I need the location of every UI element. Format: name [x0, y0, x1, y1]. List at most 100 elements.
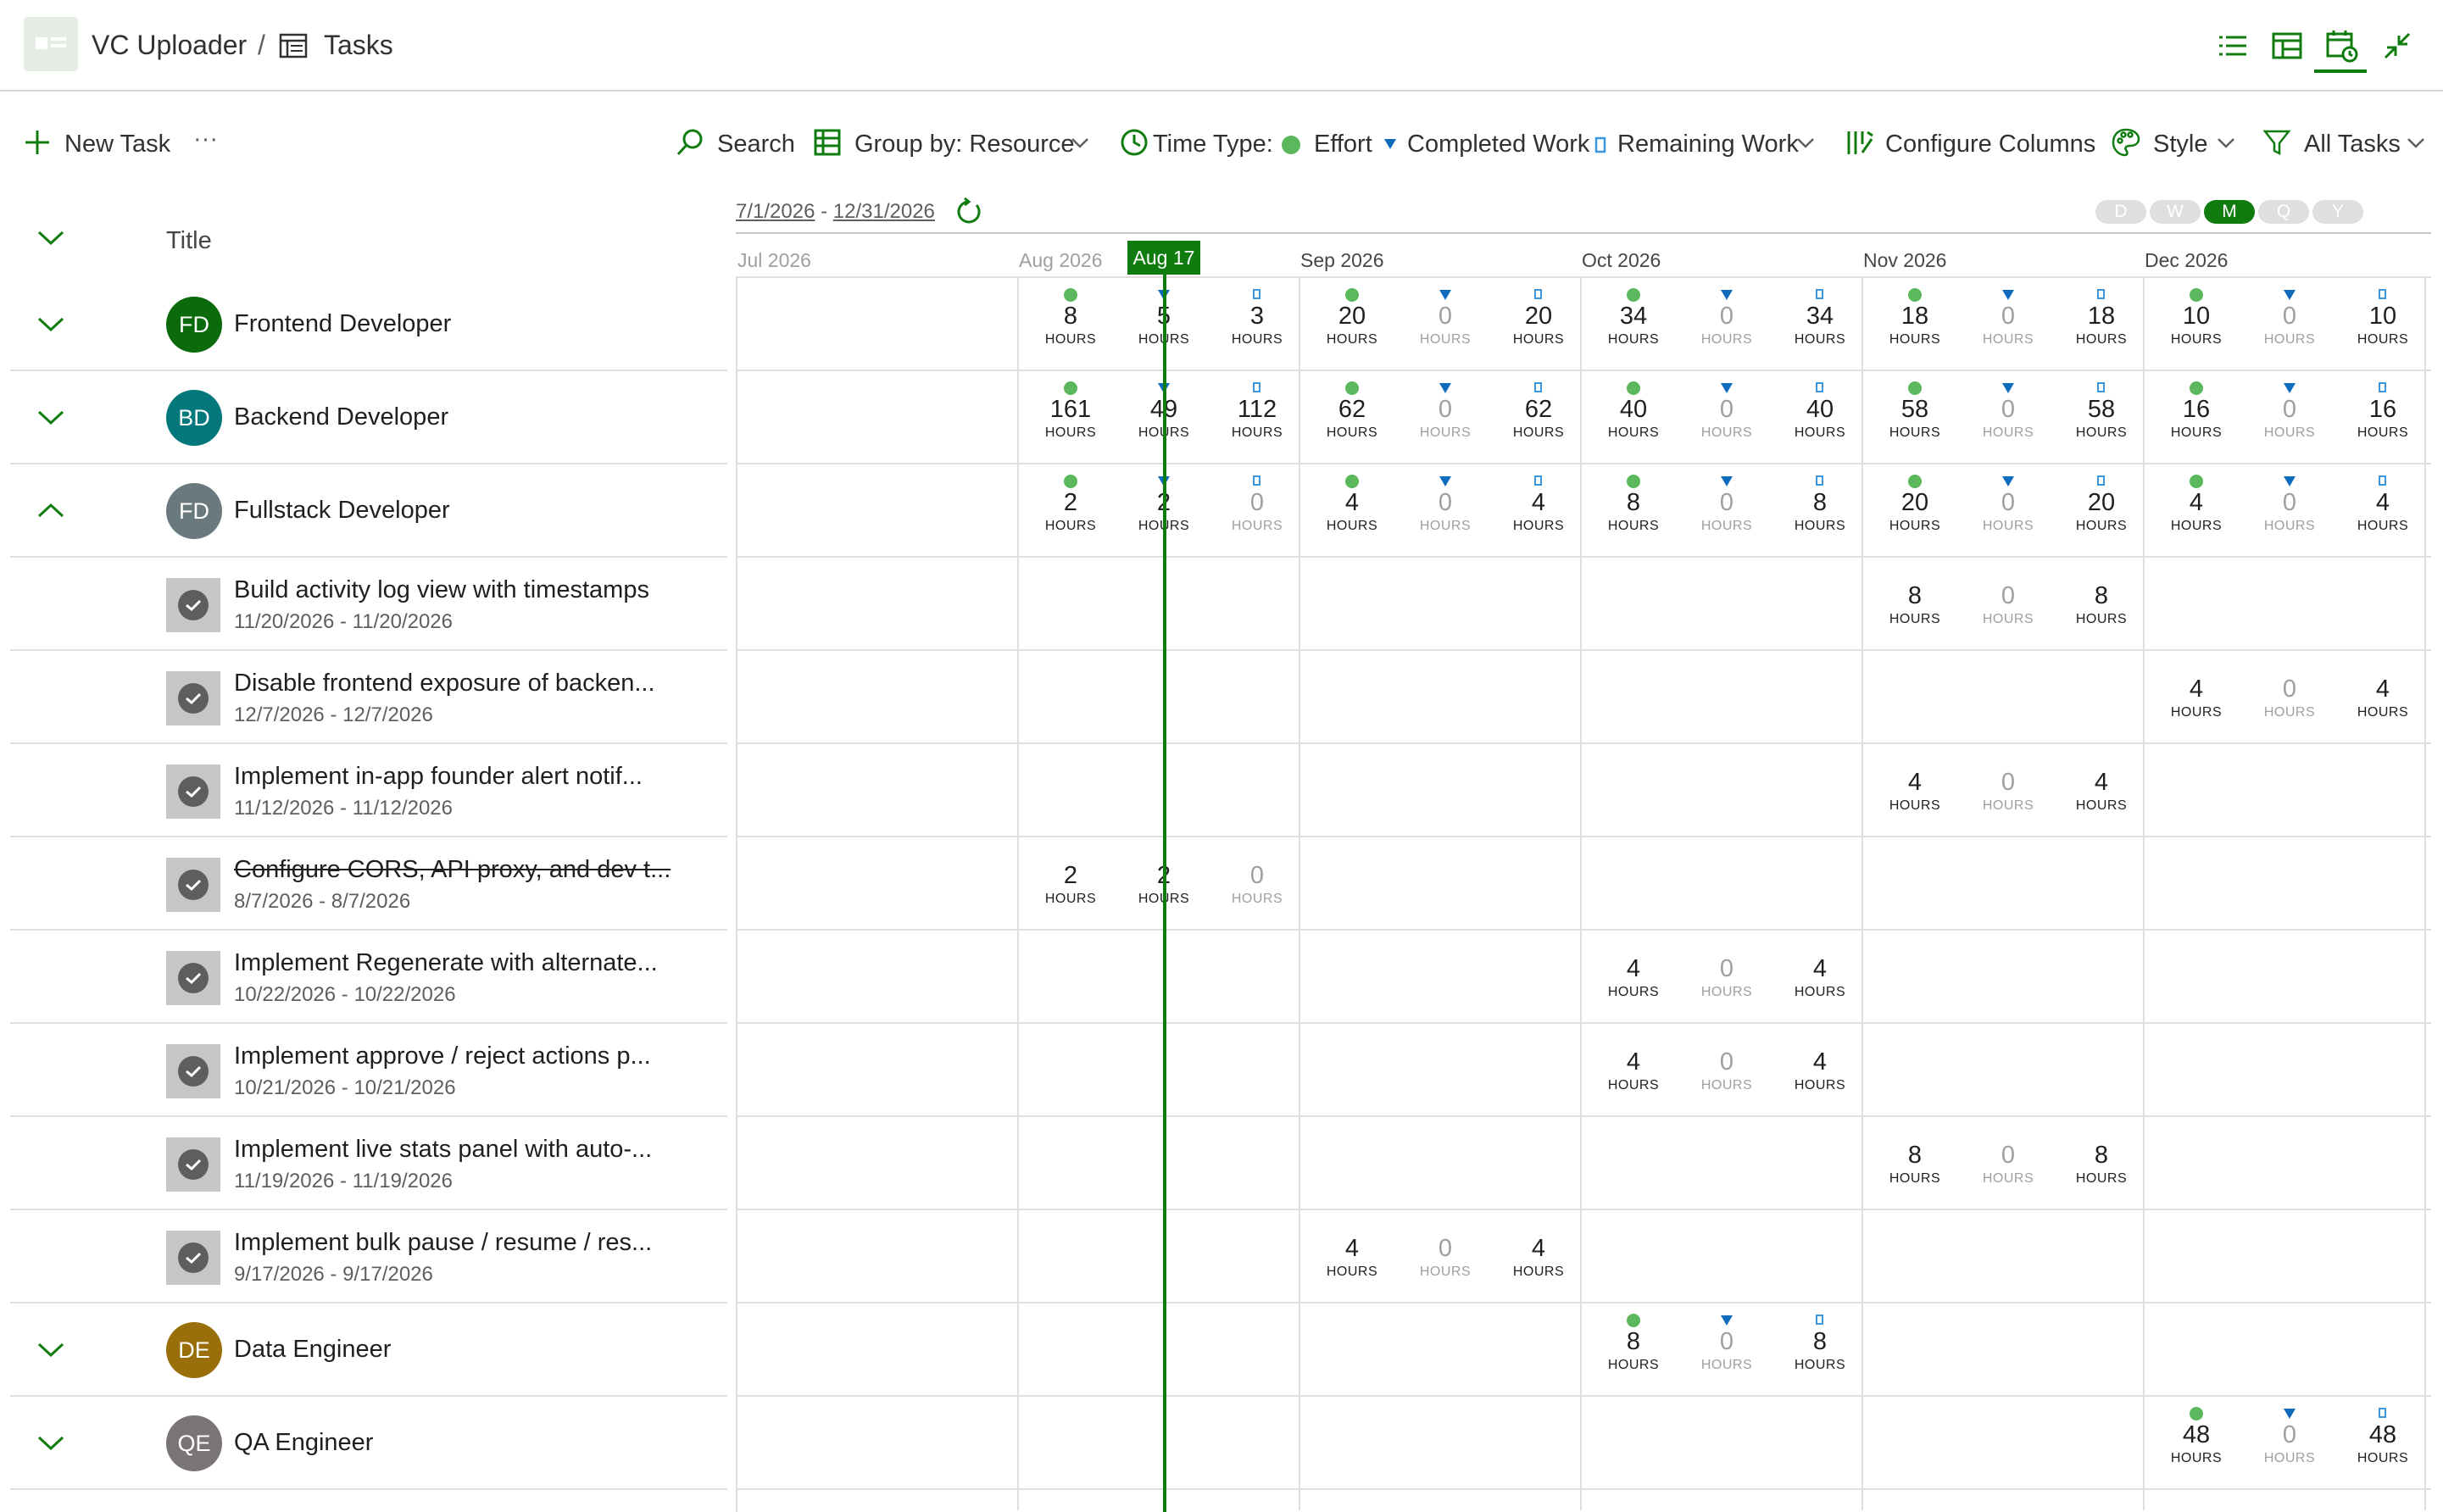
effort-cell: 2 HOURS	[1044, 862, 1097, 906]
resource-name[interactable]: Backend Developer	[234, 403, 448, 431]
effort-cell: 8 HOURS	[1024, 286, 1117, 349]
effort-cell: 40 HOURS	[1587, 380, 1680, 442]
collapse-row-chevron-icon[interactable]	[36, 500, 66, 520]
completed-work-cell: 0 HOURS	[1680, 286, 1773, 349]
task-title[interactable]: Implement bulk pause / resume / res...	[234, 1229, 652, 1257]
remaining-work-option[interactable]: Remaining Work	[1617, 129, 1799, 159]
effort-cell: 4 HOURS	[1607, 955, 1660, 999]
search-button[interactable]: Search	[717, 129, 795, 159]
task-check-icon[interactable]	[166, 764, 220, 819]
scale-m-button[interactable]: M	[2204, 200, 2255, 224]
completed-work-cell: 0 HOURS	[1700, 1048, 1753, 1092]
timeline-row-divider	[736, 1395, 2431, 1397]
expand-row-chevron-icon[interactable]	[36, 1432, 66, 1453]
task-check-icon[interactable]	[166, 671, 220, 725]
title-column-header[interactable]: Title	[166, 227, 212, 255]
scale-y-button[interactable]: Y	[2312, 200, 2363, 224]
time-type-label: Time Type:	[1153, 131, 1273, 158]
task-check-icon[interactable]	[166, 858, 220, 912]
month-divider	[1017, 276, 1019, 1510]
task-check-icon[interactable]	[166, 1231, 220, 1285]
date-range[interactable]: 7/1/2026 - 12/31/2026	[736, 200, 935, 224]
more-options-button[interactable]: ···	[193, 124, 218, 154]
effort-indicator-icon	[1282, 136, 1300, 154]
effort-cell: 8 HOURS	[1889, 582, 1941, 626]
palette-icon[interactable]	[2111, 127, 2141, 158]
task-title[interactable]: Implement Regenerate with alternate...	[234, 949, 658, 977]
effort-cell: 4 HOURS	[1607, 1048, 1660, 1092]
timeline-row-divider	[736, 649, 2431, 651]
row-divider	[10, 1209, 727, 1210]
row-divider	[10, 1395, 727, 1397]
style-dropdown[interactable]: Style	[2153, 129, 2207, 159]
chevron-down-icon[interactable]	[1795, 132, 1816, 153]
date-range-end[interactable]: 12/31/2026	[833, 200, 935, 223]
schedule-view-icon[interactable]	[2323, 27, 2360, 64]
task-check-icon[interactable]	[166, 1044, 220, 1098]
task-title[interactable]: Disable frontend exposure of backen...	[234, 670, 655, 698]
month-divider	[2424, 276, 2426, 1510]
filter-dropdown[interactable]: All Tasks	[2304, 129, 2401, 159]
date-range-separator: -	[821, 200, 828, 223]
task-title[interactable]: Build activity log view with timestamps	[234, 576, 649, 604]
scale-d-button[interactable]: D	[2095, 200, 2146, 224]
expand-row-chevron-icon[interactable]	[36, 407, 66, 427]
date-range-start[interactable]: 7/1/2026	[736, 200, 815, 223]
task-title[interactable]: Implement live stats panel with auto-...	[234, 1136, 652, 1164]
add-icon[interactable]	[22, 127, 53, 158]
breadcrumb-page[interactable]: Tasks	[324, 29, 393, 61]
collapse-icon[interactable]	[2379, 27, 2416, 64]
task-dates: 11/12/2026 - 11/12/2026	[234, 797, 453, 820]
list-view-icon[interactable]	[2214, 27, 2251, 64]
chevron-down-icon[interactable]	[2406, 132, 2426, 153]
task-dates: 12/7/2026 - 12/7/2026	[234, 703, 433, 726]
chevron-down-icon[interactable]	[1070, 132, 1090, 153]
effort-option[interactable]: Effort	[1314, 129, 1372, 159]
filter-icon[interactable]	[2262, 127, 2292, 158]
month-divider	[2143, 276, 2145, 1510]
row-divider	[10, 649, 727, 651]
task-title[interactable]: Implement approve / reject actions p...	[234, 1042, 651, 1070]
completed-work-cell: 0 HOURS	[1962, 380, 2055, 442]
expand-row-chevron-icon[interactable]	[36, 314, 66, 334]
task-dates: 8/7/2026 - 8/7/2026	[234, 890, 411, 913]
group-by-icon[interactable]	[812, 127, 843, 158]
resource-name[interactable]: Data Engineer	[234, 1336, 391, 1364]
task-check-icon[interactable]	[166, 578, 220, 632]
refresh-icon[interactable]	[953, 197, 983, 227]
resource-name[interactable]: Fullstack Developer	[234, 497, 450, 525]
effort-cell: 34 HOURS	[1587, 286, 1680, 349]
breadcrumb-app[interactable]: VC Uploader	[92, 29, 247, 61]
resource-name[interactable]: Frontend Developer	[234, 310, 451, 338]
scale-q-button[interactable]: Q	[2258, 200, 2309, 224]
row-divider	[10, 1022, 727, 1024]
timeline-row-divider	[736, 1302, 2431, 1304]
collapse-all-chevron-icon[interactable]	[36, 227, 66, 247]
remaining-work-cell: 8 HOURS	[2075, 582, 2128, 626]
remaining-work-cell: 4 HOURS	[2075, 769, 2128, 813]
effort-cell: 2 HOURS	[1024, 473, 1117, 536]
configure-columns-icon[interactable]	[1845, 127, 1875, 158]
task-check-icon[interactable]	[166, 1137, 220, 1192]
completed-work-option[interactable]: Completed Work	[1407, 129, 1589, 159]
task-title[interactable]: Configure CORS, API proxy, and dev t...	[234, 856, 671, 884]
remaining-work-cell: 58 HOURS	[2055, 380, 2148, 442]
effort-cell: 48 HOURS	[2150, 1405, 2243, 1468]
grid-view-icon[interactable]	[2268, 27, 2306, 64]
configure-columns-button[interactable]: Configure Columns	[1885, 129, 2095, 159]
new-task-button[interactable]: New Task	[64, 129, 170, 159]
chevron-down-icon[interactable]	[2216, 132, 2236, 153]
timeline-top-border	[736, 232, 2431, 234]
remaining-work-indicator-icon	[1594, 136, 1606, 153]
expand-row-chevron-icon[interactable]	[36, 1339, 66, 1359]
task-check-icon[interactable]	[166, 951, 220, 1005]
timeline-row-divider	[736, 1209, 2431, 1210]
task-dates: 11/20/2026 - 11/20/2026	[234, 610, 453, 633]
scale-w-button[interactable]: W	[2150, 200, 2201, 224]
task-title[interactable]: Implement in-app founder alert notif...	[234, 763, 643, 791]
search-icon[interactable]	[675, 127, 705, 158]
resource-name[interactable]: QA Engineer	[234, 1429, 373, 1457]
row-divider	[10, 556, 727, 558]
group-by-dropdown[interactable]: Group by: Resource	[854, 129, 1075, 159]
row-divider	[10, 1302, 727, 1304]
